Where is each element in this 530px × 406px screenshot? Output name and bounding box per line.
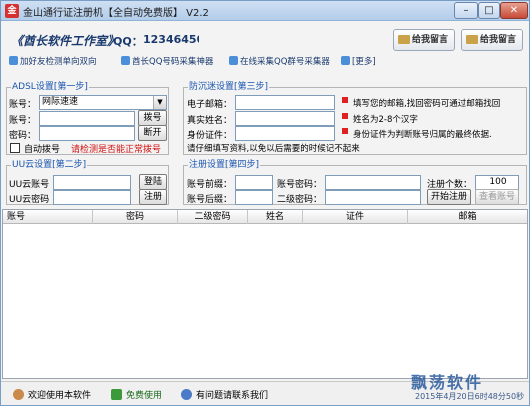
column-header-name[interactable]: 姓名: [248, 210, 303, 224]
suffix-input[interactable]: [235, 190, 273, 205]
help-icon: [181, 389, 192, 400]
uu-password-label: UU云密码: [9, 195, 50, 205]
adsl-account-input[interactable]: [39, 111, 135, 126]
link-icon: [9, 56, 18, 65]
account-password-input[interactable]: [325, 175, 421, 190]
envelope-icon: [466, 35, 478, 44]
maximize-button[interactable]: □: [478, 2, 500, 19]
leave-message-button[interactable]: 给我留言: [393, 29, 455, 51]
free-use-status: 免费使用: [111, 388, 162, 401]
account-password-label: 账号密码：: [277, 180, 323, 190]
link-more[interactable]: [更多]: [341, 55, 376, 67]
view-accounts-button[interactable]: 查看账号: [475, 189, 519, 205]
uu-cloud-group-title: UU云设置[第二步]: [11, 160, 88, 171]
column-header-second-password[interactable]: 二级密码: [178, 210, 248, 224]
leave-message-button-2[interactable]: 给我留言: [461, 29, 523, 51]
email-note: 填写您的邮箱,找回密码可通过邮箱找回: [353, 99, 501, 109]
prefix-input[interactable]: [235, 175, 273, 190]
disconnect-button[interactable]: 断开: [138, 125, 167, 141]
auto-dial-checkbox[interactable]: [10, 143, 20, 153]
qq-number: 12346450: [143, 33, 199, 46]
required-marker: [342, 97, 348, 103]
suffix-label: 账号后缀：: [187, 195, 233, 205]
uu-account-label: UU云账号: [9, 180, 50, 190]
dial-warning: 请检测是否能正常拨号: [71, 145, 162, 155]
adsl-connection-value: 网际速速: [42, 97, 79, 107]
main-window: 金 金山通行证注册机【全自动免费版】 V2.2 – □ ✕ 《酋长软件工作室》 …: [0, 0, 530, 406]
required-marker: [342, 113, 348, 119]
qq-label: QQ：: [113, 35, 143, 48]
minimize-button[interactable]: –: [454, 2, 478, 19]
idcard-note: 身份证件为判断账号归属的最终依据.: [353, 130, 492, 140]
dial-button[interactable]: 拨号: [138, 110, 167, 126]
adsl-group-title: ADSL设置[第一步]: [11, 82, 89, 93]
start-register-button[interactable]: 开始注册: [427, 189, 471, 205]
column-header-account[interactable]: 账号: [3, 210, 93, 224]
email-field[interactable]: [235, 95, 335, 110]
uu-password-input[interactable]: [53, 190, 131, 205]
table-header: 账号 密码 二级密码 姓名 证件 邮箱: [3, 210, 527, 224]
contact-link[interactable]: 有问题请联系我们: [181, 388, 268, 401]
prefix-label: 账号前缀：: [187, 180, 233, 190]
fill-carefully-note: 请仔细填写资料,以免以后需要的时候记不起来: [187, 144, 360, 154]
chevron-down-icon[interactable]: ▼: [153, 96, 166, 109]
required-marker: [342, 128, 348, 134]
idcard-field[interactable]: [235, 126, 335, 141]
uu-account-input[interactable]: [53, 175, 131, 190]
adsl-password-label: 密码：: [9, 131, 37, 141]
user-icon: [13, 389, 24, 400]
watermark-logo: 飘荡软件: [411, 373, 484, 392]
register-group-title: 注册设置[第四步]: [188, 160, 261, 171]
envelope-icon: [398, 35, 410, 44]
column-header-id[interactable]: 证件: [303, 210, 408, 224]
idcard-label: 身份证件：: [187, 131, 233, 141]
cart-icon: [111, 389, 122, 400]
realname-note: 姓名为2-8个汉字: [353, 115, 418, 125]
uu-register-button[interactable]: 注册: [139, 189, 167, 205]
uu-login-button[interactable]: 登陆: [139, 174, 167, 190]
accounts-table[interactable]: 账号 密码 二级密码 姓名 证件 邮箱: [2, 209, 528, 379]
link-icon: [121, 56, 130, 65]
email-label: 电子邮箱：: [187, 100, 233, 110]
leave-message-label: 给我留言: [480, 35, 517, 45]
close-button[interactable]: ✕: [500, 2, 528, 19]
second-password-input[interactable]: [325, 190, 421, 205]
adsl-password-input[interactable]: [39, 126, 135, 141]
adsl-number-label: 账号：: [9, 116, 37, 126]
studio-name: 《酋长软件工作室》: [11, 34, 120, 48]
count-input[interactable]: 100: [475, 175, 519, 190]
column-header-password[interactable]: 密码: [93, 210, 178, 224]
adsl-account-label: 账号：: [9, 100, 37, 110]
datetime-status: 2015年4月20日6时48分50秒: [415, 392, 525, 401]
anti-addiction-group-title: 防沉迷设置[第三步]: [188, 82, 270, 93]
adsl-connection-select[interactable]: 网际速速 ▼: [39, 95, 167, 110]
title-bar[interactable]: 金 金山通行证注册机【全自动免费版】 V2.2 – □ ✕: [1, 1, 529, 21]
app-icon: 金: [5, 4, 19, 18]
welcome-status: 欢迎使用本软件: [13, 388, 91, 401]
realname-field[interactable]: [235, 111, 335, 126]
second-password-label: 二级密码：: [277, 195, 323, 205]
leave-message-label: 给我留言: [412, 35, 449, 45]
link-icon: [341, 56, 350, 65]
window-title: 金山通行证注册机【全自动免费版】 V2.2: [23, 8, 209, 19]
link-icon: [229, 56, 238, 65]
link-qq-group-collector[interactable]: 在线采集QQ群号采集器: [229, 55, 330, 67]
link-qq-collector[interactable]: 酋长QQ号码采集神器: [121, 55, 213, 67]
auto-dial-label: 自动拨号: [24, 145, 61, 155]
link-friend-check[interactable]: 加好友检测单向双向: [9, 55, 97, 67]
realname-label: 真实姓名：: [187, 116, 233, 126]
column-header-email[interactable]: 邮箱: [408, 210, 527, 224]
